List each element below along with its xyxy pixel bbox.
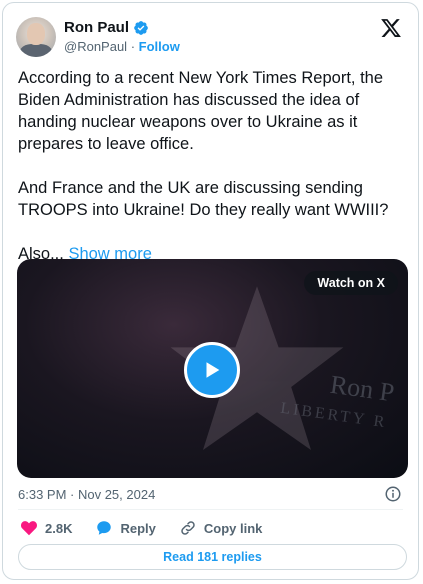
x-logo-icon[interactable] <box>380 17 402 39</box>
author-handle-row: @RonPaul · Follow <box>64 39 180 54</box>
read-replies-button[interactable]: Read 181 replies <box>18 544 407 570</box>
author-handle[interactable]: @RonPaul <box>64 39 127 54</box>
author-name-row: Ron Paul <box>64 19 149 36</box>
tweet-timestamp[interactable]: 6:33 PM · Nov 25, 2024 <box>18 487 155 502</box>
watch-on-x-button[interactable]: Watch on X <box>304 271 398 295</box>
link-icon <box>181 521 195 535</box>
handle-separator: · <box>130 39 136 54</box>
reply-button[interactable]: Reply <box>95 519 156 537</box>
info-icon[interactable] <box>384 485 402 503</box>
reply-bubble-icon <box>97 521 112 535</box>
divider <box>18 509 403 510</box>
avatar-face <box>27 23 45 45</box>
play-icon <box>206 362 220 378</box>
video-player[interactable]: Ron P LIBERTY R Watch on X <box>17 259 408 478</box>
like-count: 2.8K <box>45 520 73 536</box>
tweet-body: According to a recent New York Times Rep… <box>18 69 389 263</box>
reply-label: Reply <box>120 520 156 536</box>
author-name[interactable]: Ron Paul <box>64 19 129 36</box>
play-button[interactable] <box>184 342 240 398</box>
action-bar: 2.8K Reply Copy link <box>20 519 285 537</box>
copy-link-label: Copy link <box>203 520 263 536</box>
tweet-text: According to a recent New York Times Rep… <box>18 67 410 265</box>
like-button[interactable]: 2.8K <box>20 519 72 537</box>
avatar[interactable] <box>16 17 56 57</box>
tweet-embed-card: Ron Paul @RonPaul · Follow According to … <box>2 2 419 580</box>
follow-button[interactable]: Follow <box>139 39 180 54</box>
heart-icon <box>20 521 38 536</box>
copy-link-button[interactable]: Copy link <box>179 519 263 537</box>
avatar-suit <box>20 44 52 57</box>
verified-badge-icon <box>134 20 148 35</box>
